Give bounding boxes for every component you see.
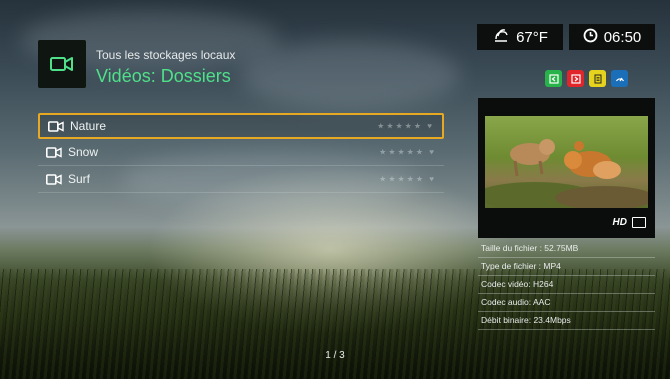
bitrate: Débit binaire: 23.4Mbps — [478, 312, 655, 330]
weather-widget: 67°F — [477, 24, 563, 50]
rating-stars: ★★★★★ ♥ — [379, 174, 436, 184]
weather-icon — [492, 27, 510, 47]
folder-item-snow[interactable]: Snow ★★★★★ ♥ — [38, 139, 444, 166]
blue-button[interactable] — [611, 70, 628, 87]
time-text: 06:50 — [603, 28, 642, 46]
clock-icon — [583, 28, 598, 47]
page-indicator: 1 / 3 — [325, 350, 345, 361]
file-type: Type de fichier : MP4 — [478, 258, 655, 276]
subtitle-icon — [632, 217, 646, 228]
folder-label: Surf — [68, 172, 91, 186]
video-codec: Codec vidéo: H264 — [478, 276, 655, 294]
file-info-panel: Taille du fichier : 52.75MB Type de fich… — [478, 240, 655, 330]
media-browser-screen: Tous les stockages locaux Vidéos: Dossie… — [0, 0, 670, 379]
rating-stars: ★★★★★ ♥ — [379, 147, 436, 157]
temperature-text: 67°F — [516, 28, 548, 46]
color-buttons — [545, 70, 628, 87]
audio-codec: Codec audio: AAC — [478, 294, 655, 312]
clock-widget: 06:50 — [569, 24, 655, 50]
video-camera-icon — [46, 146, 62, 158]
hd-badge: HD — [612, 217, 627, 228]
preview-panel: HD — [478, 98, 655, 238]
folder-item-surf[interactable]: Surf ★★★★★ ♥ — [38, 166, 444, 193]
video-camera-icon — [48, 120, 64, 132]
video-folder-icon — [38, 40, 86, 88]
breadcrumb-source: Tous les stockages locaux — [96, 48, 236, 62]
green-button[interactable] — [545, 70, 562, 87]
red-button[interactable] — [567, 70, 584, 87]
video-thumbnail — [485, 116, 648, 208]
file-size: Taille du fichier : 52.75MB — [478, 240, 655, 258]
rating-stars: ★★★★★ ♥ — [377, 121, 434, 131]
video-camera-icon — [46, 173, 62, 185]
folder-label: Snow — [68, 145, 99, 159]
page-title: Vidéos: Dossiers — [96, 66, 231, 86]
folder-item-nature[interactable]: Nature ★★★★★ ♥ — [38, 113, 444, 139]
folder-list: Nature ★★★★★ ♥ Snow ★★★★★ ♥ Surf ★★★★★ ♥ — [38, 113, 444, 193]
yellow-button[interactable] — [589, 70, 606, 87]
folder-label: Nature — [70, 119, 107, 133]
cloud — [240, 40, 460, 110]
